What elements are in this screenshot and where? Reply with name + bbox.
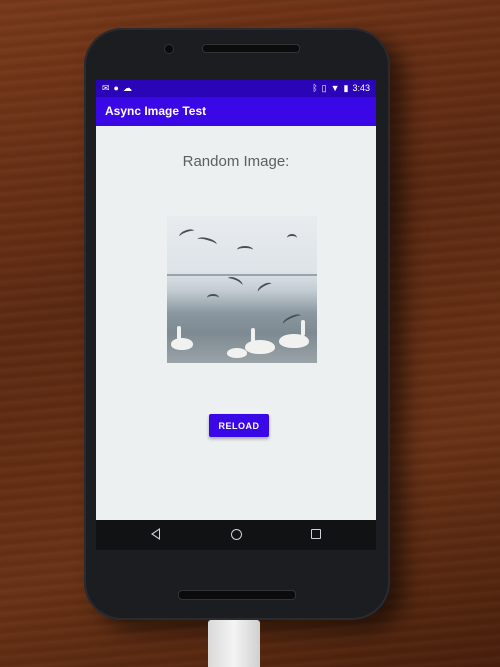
home-icon[interactable] [231, 529, 242, 540]
app-bar: Async Image Test [96, 97, 376, 126]
swan-neck [301, 320, 305, 336]
vibrate-icon: ▯ [321, 83, 327, 93]
horizon-line [167, 274, 317, 276]
swan-neck [177, 326, 181, 340]
seagull [178, 227, 196, 241]
random-image [167, 216, 317, 363]
status-time: 3:43 [352, 83, 370, 93]
bottom-speaker-grille [178, 590, 296, 600]
random-image-heading: Random Image: [182, 153, 290, 170]
navigation-bar [96, 520, 376, 550]
swan [171, 338, 193, 350]
app-notification-icon: ● [113, 83, 119, 93]
seagull [256, 280, 274, 296]
swan [227, 348, 247, 358]
wifi-icon: ▼ [330, 83, 340, 93]
front-camera [164, 44, 174, 54]
phone-device: ✉ ● ☁ ᛒ ▯ ▼ ▮ 3:43 Async Image Test Rand… [84, 28, 390, 620]
seagull [237, 246, 253, 254]
back-icon[interactable] [151, 528, 160, 540]
phone-screen: ✉ ● ☁ ᛒ ▯ ▼ ▮ 3:43 Async Image Test Rand… [96, 80, 376, 520]
gmail-icon: ✉ [102, 83, 110, 93]
top-speaker-grille [202, 44, 300, 53]
swan-neck [251, 328, 255, 342]
bluetooth-icon: ᛒ [312, 83, 318, 93]
swan [279, 334, 309, 348]
seagull [281, 312, 303, 328]
swan [245, 340, 275, 354]
battery-icon: ▮ [343, 83, 349, 93]
cloud-icon: ☁ [122, 83, 132, 93]
seagull [196, 235, 218, 249]
status-bar: ✉ ● ☁ ᛒ ▯ ▼ ▮ 3:43 [96, 80, 376, 97]
seagull [287, 234, 297, 242]
seagull [226, 274, 244, 290]
reload-button[interactable]: RELOAD [209, 414, 269, 437]
seagull [207, 294, 219, 302]
app-title: Async Image Test [105, 104, 207, 118]
usb-cable [208, 620, 260, 667]
recents-icon[interactable] [311, 529, 321, 539]
